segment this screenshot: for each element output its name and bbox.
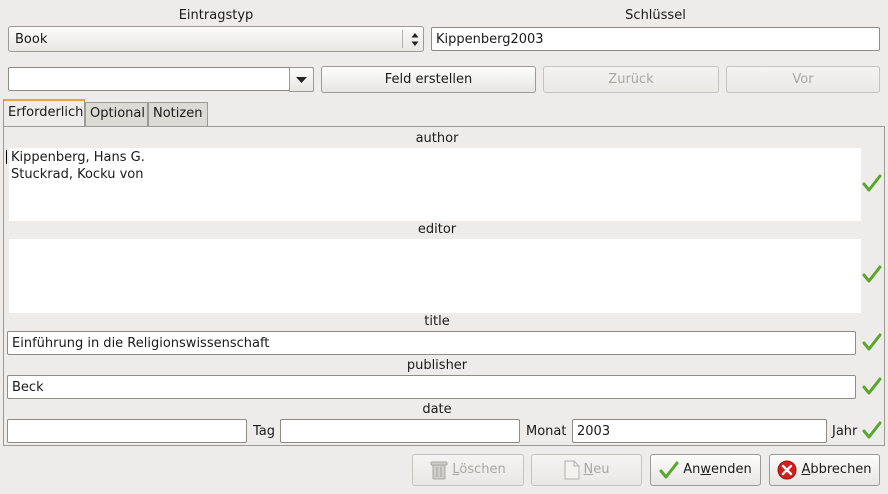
author-label: author (415, 131, 459, 146)
check-icon (862, 421, 882, 439)
key-input[interactable]: Kippenberg2003 (431, 27, 880, 51)
check-icon (659, 461, 679, 479)
check-icon (862, 377, 882, 395)
back-button[interactable]: Zurück (543, 66, 719, 93)
text-cursor (6, 150, 7, 164)
cancel-button[interactable]: Abbrechen (769, 454, 880, 486)
entry-type-label: Eintragstyp (178, 8, 254, 23)
title-label: title (424, 314, 450, 329)
delete-button[interactable]: Löschen (412, 454, 524, 486)
publisher-input[interactable]: Beck (7, 375, 856, 399)
tab-notes-label: Notizen (153, 106, 203, 121)
month-input[interactable] (280, 419, 520, 443)
forward-label: Vor (792, 71, 814, 87)
date-label: date (422, 402, 452, 417)
year-label: Jahr (832, 424, 858, 439)
month-label: Monat (526, 424, 567, 439)
chevron-down-icon (296, 77, 307, 83)
entry-type-value: Book (15, 32, 48, 47)
field-dropdown-button[interactable] (289, 67, 314, 92)
author-line: Stuckrad, Kocku von (11, 167, 144, 182)
delete-label: Löschen (452, 462, 506, 477)
create-field-button[interactable]: Feld erstellen (321, 66, 536, 93)
back-label: Zurück (608, 71, 654, 87)
check-icon (862, 174, 882, 192)
trash-icon (430, 461, 448, 480)
tab-optional[interactable]: Optional (85, 102, 148, 126)
tab-required-label: Erforderlich (8, 105, 84, 120)
entry-type-select[interactable]: Book (8, 26, 424, 52)
new-document-icon (564, 460, 579, 480)
updown-arrows-icon (411, 33, 419, 46)
cancel-label: Abbrechen (801, 462, 872, 477)
author-textarea[interactable]: Kippenberg, Hans G. Stuckrad, Kocku von (9, 148, 861, 221)
create-field-label: Feld erstellen (384, 71, 473, 87)
editor-label: editor (417, 222, 457, 237)
apply-button[interactable]: Anwenden (650, 454, 761, 486)
author-line: Kippenberg, Hans G. (11, 150, 145, 165)
forward-button[interactable]: Vor (726, 66, 880, 93)
editor-textarea[interactable] (9, 239, 861, 313)
apply-label: Anwenden (683, 462, 752, 477)
cancel-icon (777, 460, 797, 480)
tab-optional-label: Optional (90, 106, 145, 121)
day-label: Tag (253, 424, 276, 439)
check-icon (862, 265, 882, 283)
check-icon (862, 333, 882, 351)
title-input[interactable]: Einführung in die Religionswissenschaft (7, 331, 856, 355)
tab-notes[interactable]: Notizen (148, 102, 208, 126)
publisher-label: publisher (406, 358, 468, 373)
tab-required[interactable]: Erforderlich (3, 99, 85, 126)
field-name-input[interactable] (8, 67, 290, 91)
new-button[interactable]: Neu (531, 454, 642, 486)
key-label: Schlüssel (625, 8, 686, 23)
year-input[interactable]: 2003 (572, 419, 827, 443)
required-fields-panel: author Kippenberg, Hans G. Stuckrad, Koc… (3, 126, 885, 446)
day-input[interactable] (7, 419, 247, 443)
new-label: Neu (583, 462, 610, 477)
